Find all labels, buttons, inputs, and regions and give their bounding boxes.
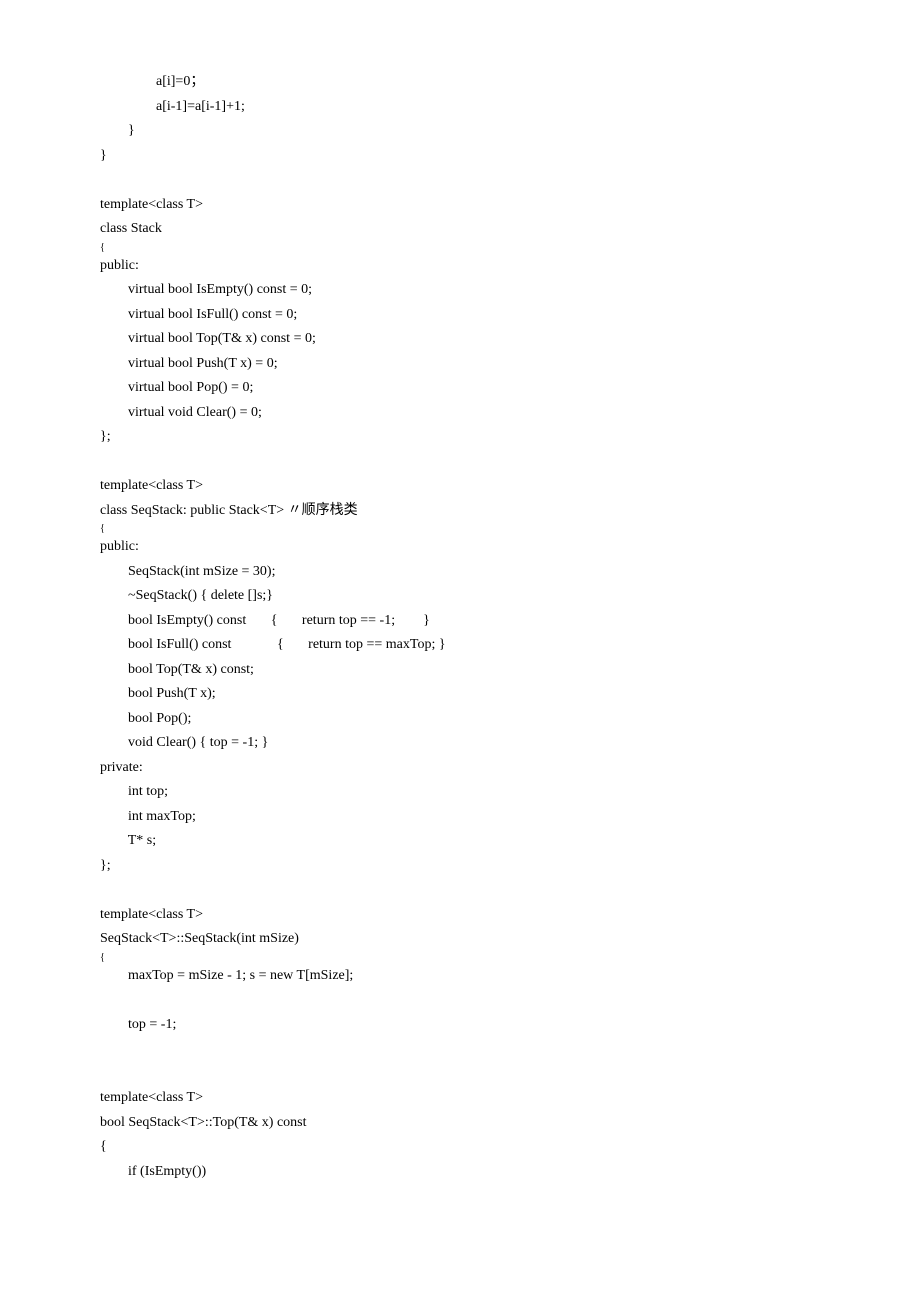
- code-line: };: [100, 854, 820, 879]
- document-page: a[i]=0； a[i-1]=a[i-1]+1; }} template<cla…: [0, 0, 920, 1301]
- code-line: virtual bool IsEmpty() const = 0;: [100, 278, 820, 303]
- code-line: int maxTop;: [100, 805, 820, 830]
- code-line: bool Top(T& x) const;: [100, 658, 820, 683]
- code-line: class SeqStack: public Stack<T> 〃顺序栈类: [100, 499, 820, 524]
- code-line: }: [100, 119, 820, 144]
- code-line: {: [100, 952, 820, 964]
- code-line: int top;: [100, 780, 820, 805]
- code-line: bool Push(T x);: [100, 682, 820, 707]
- code-line: }: [100, 144, 820, 169]
- code-line: bool Pop();: [100, 707, 820, 732]
- code-line: bool IsEmpty() const { return top == -1;…: [100, 609, 820, 634]
- code-line: void Clear() { top = -1; }: [100, 731, 820, 756]
- code-line: [100, 168, 820, 193]
- code-line: bool IsFull() const { return top == maxT…: [100, 633, 820, 658]
- code-line: {: [100, 1135, 820, 1160]
- code-line: [100, 1037, 820, 1062]
- code-line: template<class T>: [100, 193, 820, 218]
- code-line: bool SeqStack<T>::Top(T& x) const: [100, 1111, 820, 1136]
- code-line: T* s;: [100, 829, 820, 854]
- code-line: virtual bool Push(T x) = 0;: [100, 352, 820, 377]
- code-line: a[i-1]=a[i-1]+1;: [100, 95, 820, 120]
- code-line: top = -1;: [100, 1013, 820, 1038]
- code-block: a[i]=0； a[i-1]=a[i-1]+1; }} template<cla…: [100, 70, 820, 1184]
- code-line: [100, 988, 820, 1013]
- code-line: private:: [100, 756, 820, 781]
- code-line: SeqStack<T>::SeqStack(int mSize): [100, 927, 820, 952]
- code-line: [100, 878, 820, 903]
- code-line: public:: [100, 254, 820, 279]
- code-line: ~SeqStack() { delete []s;}: [100, 584, 820, 609]
- code-line: public:: [100, 535, 820, 560]
- code-line: class Stack: [100, 217, 820, 242]
- code-line: template<class T>: [100, 474, 820, 499]
- code-line: maxTop = mSize - 1; s = new T[mSize];: [100, 964, 820, 989]
- code-line: };: [100, 425, 820, 450]
- code-line: template<class T>: [100, 903, 820, 928]
- code-line: a[i]=0；: [100, 70, 820, 95]
- code-line: if (IsEmpty()): [100, 1160, 820, 1185]
- code-line: virtual bool Top(T& x) const = 0;: [100, 327, 820, 352]
- code-line: template<class T>: [100, 1086, 820, 1111]
- code-line: virtual bool IsFull() const = 0;: [100, 303, 820, 328]
- code-line: virtual bool Pop() = 0;: [100, 376, 820, 401]
- code-line: [100, 1062, 820, 1087]
- code-line: {: [100, 523, 820, 535]
- code-line: [100, 450, 820, 475]
- code-line: SeqStack(int mSize = 30);: [100, 560, 820, 585]
- code-line: {: [100, 242, 820, 254]
- code-line: virtual void Clear() = 0;: [100, 401, 820, 426]
